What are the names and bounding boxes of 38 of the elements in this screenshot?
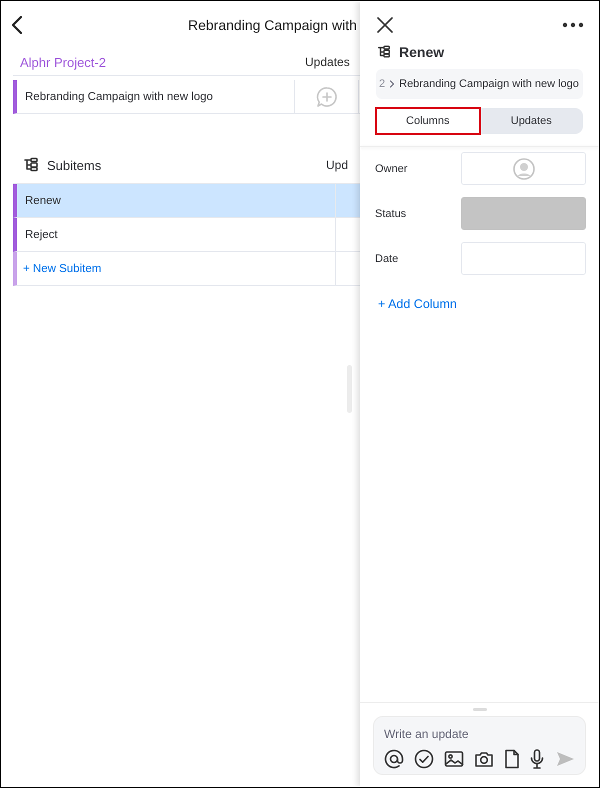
new-subitem-link[interactable]: + New Subitem	[17, 262, 102, 274]
group-name[interactable]: Alphr Project-2	[20, 54, 305, 70]
camera-icon[interactable]	[474, 750, 494, 768]
checkmark-icon[interactable]	[414, 749, 434, 769]
subitems-icon	[23, 157, 39, 173]
column-header: Upd	[326, 158, 348, 172]
subitems-title: Subitems	[47, 158, 102, 172]
column-label: Date	[375, 252, 398, 264]
mention-icon[interactable]	[384, 749, 404, 769]
column-label: Status	[375, 208, 406, 220]
update-input[interactable]: Write an update	[384, 723, 575, 745]
owner-field[interactable]	[461, 152, 586, 185]
subitem-row[interactable]: Reject	[13, 218, 360, 252]
board-title: Rebranding Campaign with	[188, 17, 357, 33]
file-icon[interactable]	[504, 749, 520, 769]
status-field[interactable]	[461, 197, 586, 230]
column-header: Updates	[305, 55, 350, 69]
subitem-name: Reject	[24, 228, 59, 240]
subitems-icon	[377, 45, 391, 59]
image-icon[interactable]	[444, 750, 464, 768]
column-label: Owner	[375, 162, 408, 174]
add-column-link[interactable]: + Add Column	[378, 297, 457, 311]
microphone-icon[interactable]	[530, 749, 544, 769]
drag-handle[interactable]	[472, 708, 486, 711]
tab[interactable]: Updates	[480, 108, 583, 134]
avatar-icon	[512, 158, 534, 180]
item-title: Renew	[399, 44, 444, 60]
more-icon[interactable]	[562, 22, 584, 28]
breadcrumb[interactable]: 2 Rebranding Campaign with new logo	[376, 69, 583, 99]
chevron-icon	[389, 80, 396, 88]
date-field[interactable]	[461, 242, 586, 275]
item-name: Rebranding Campaign with new logo	[24, 90, 214, 102]
back-icon[interactable]	[10, 15, 24, 35]
update-composer[interactable]: Write an update	[373, 716, 586, 775]
close-icon[interactable]	[376, 16, 394, 34]
subitem-row[interactable]: Renew	[13, 184, 360, 218]
subitem-name: Renew	[24, 194, 62, 206]
tab[interactable]: Columns	[376, 108, 480, 134]
